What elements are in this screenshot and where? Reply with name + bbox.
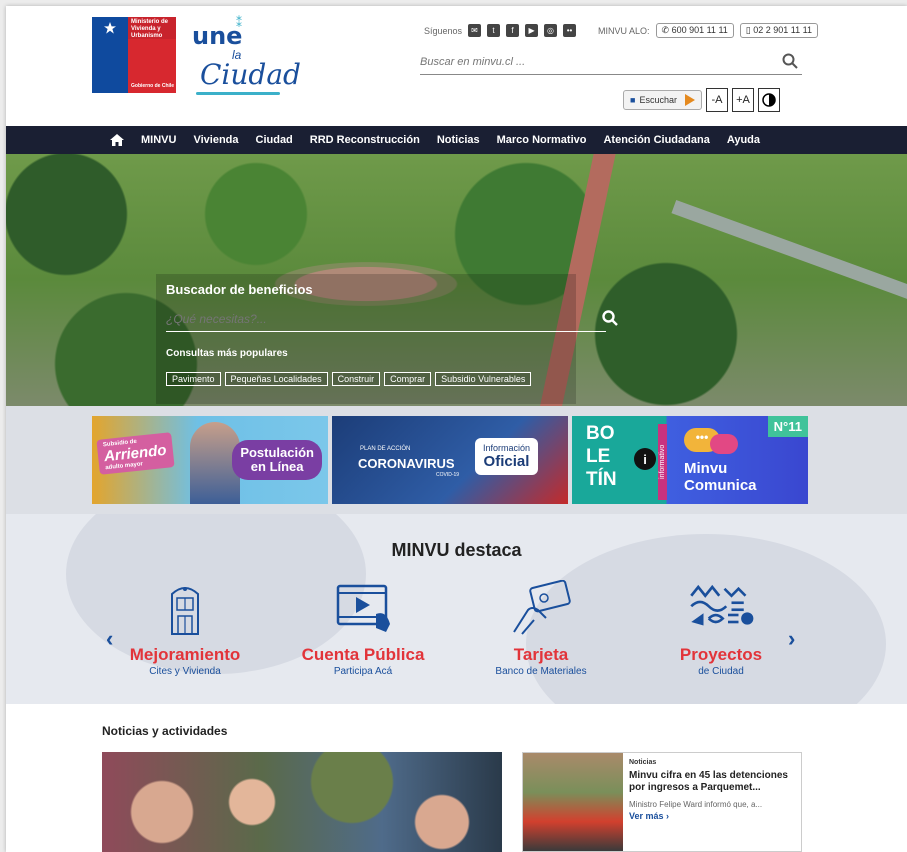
popular-label: Consultas más populares [166,348,288,359]
search-icon[interactable] [782,53,798,69]
nav-minvu[interactable]: MINVU [141,134,176,146]
destaca-proyectos[interactable]: Proyectos de Ciudad [646,580,796,677]
building-icon [171,587,199,635]
projects-icon [690,584,754,626]
hero-title: Buscador de beneficios [166,282,313,297]
phone-icon: ✆ [661,25,672,35]
mail-icon[interactable]: ✉ [468,24,482,37]
banner-arriendo[interactable]: Subsidio de Arriendo adulto mayor Postul… [92,416,328,504]
news-title[interactable]: Minvu cifra en 45 las detenciones por in… [629,770,795,794]
alo-label: MINVU ALO: [598,25,650,36]
destaca-tarjeta[interactable]: Tarjeta Banco de Materiales [466,579,616,677]
social-links: Síguenos ✉ t f ▶ ◎ •• [424,24,577,37]
banner-boletin[interactable]: BO LE TÍN i informativo N°11 ••• Minvu C… [572,416,808,504]
minvu-alo: MINVU ALO: ✆ 600 901 11 11 ▯ 02 2 901 11… [598,23,818,38]
home-icon[interactable] [110,134,124,146]
nav-atencion[interactable]: Atención Ciudadana [603,134,709,146]
news-category: Noticias [629,759,657,766]
site-search-input[interactable] [420,51,760,73]
card-icon [513,579,571,635]
news-card[interactable]: Noticias Minvu cifra en 45 las detencion… [522,752,802,852]
nav-marco-normativo[interactable]: Marco Normativo [497,134,587,146]
main-nav: MINVU Vivienda Ciudad RRD Reconstrucción… [6,126,907,154]
popular-tags: Pavimento Pequeñas Localidades Construir… [166,372,532,386]
beneficios-search [166,308,618,332]
page: Ministerio de Vivienda y Urbanismo Gobie… [6,6,907,852]
hero-banner: Buscador de beneficios Consultas más pop… [6,154,907,406]
nav-vivienda[interactable]: Vivienda [193,134,238,146]
gov-logo-ministry: Ministerio de Vivienda y Urbanismo [128,17,176,39]
nav-noticias[interactable]: Noticias [437,134,480,146]
featured-news-photo[interactable] [102,752,502,852]
facebook-icon[interactable]: f [506,24,520,37]
news-thumbnail [523,753,623,851]
contrast-icon [762,93,776,107]
site-header: Ministerio de Vivienda y Urbanismo Gobie… [6,6,907,126]
noticias-section: Noticias y actividades Noticias Minvu ci… [6,704,907,852]
destaca-title: MINVU destaca [391,540,522,560]
destaca-cuenta-publica[interactable]: Cuenta Pública Participa Acá [288,580,438,677]
phone-2[interactable]: ▯ 02 2 901 11 11 [739,23,818,38]
destaca-mejoramiento[interactable]: Mejoramiento Cites y Vivienda [110,580,260,677]
promo-banners: Subsidio de Arriendo adulto mayor Postul… [6,406,907,514]
gobierno-logo[interactable]: Ministerio de Vivienda y Urbanismo Gobie… [92,17,176,93]
site-search [420,51,802,75]
nav-ayuda[interactable]: Ayuda [727,134,760,146]
play-icon [684,94,695,106]
font-decrease-button[interactable]: -A [705,88,728,112]
news-excerpt: Ministro Felipe Ward informó que, a... [629,800,763,809]
twitter-icon[interactable]: t [487,24,501,37]
youtube-icon[interactable]: ▶ [525,24,539,37]
tag-subsidio-vulnerables[interactable]: Subsidio Vulnerables [435,372,532,386]
phone-1[interactable]: ✆ 600 901 11 11 [655,23,734,38]
une-la-ciudad-logo[interactable]: ⁑ une la Ciudad [192,16,301,96]
info-icon: i [634,448,656,470]
instagram-icon[interactable]: ◎ [544,24,558,37]
minvu-destaca: MINVU destaca ‹ › Mejoramiento Cites y V… [6,514,907,704]
font-increase-button[interactable]: +A [731,88,754,112]
flickr-icon[interactable]: •• [563,24,577,37]
contrast-button[interactable] [757,88,780,112]
ver-mas-link[interactable]: Ver más › [629,811,795,821]
social-label: Síguenos [424,25,463,36]
accessibility-tools: ■ Escuchar -A +A [623,88,780,112]
tag-construir[interactable]: Construir [331,372,381,386]
chevron-right-icon: › [666,811,670,821]
tag-pequenas-localidades[interactable]: Pequeñas Localidades [224,372,328,386]
star-icon [92,17,128,39]
gov-logo-gobierno: Gobierno de Chile [131,83,175,89]
beneficios-search-input[interactable] [166,308,566,330]
tag-comprar[interactable]: Comprar [384,372,432,386]
search-icon[interactable] [602,310,618,326]
escuchar-button[interactable]: ■ Escuchar [623,90,702,110]
banner-coronavirus[interactable]: PLAN DE ACCIÓN CORONAVIRUS COVID-19 Info… [332,416,568,504]
noticias-title: Noticias y actividades [102,724,228,738]
tag-pavimento[interactable]: Pavimento [166,372,221,386]
speaker-icon: ■ [630,95,636,105]
nav-ciudad[interactable]: Ciudad [256,134,293,146]
nav-rrd[interactable]: RRD Reconstrucción [310,134,420,146]
video-play-icon [336,584,390,632]
